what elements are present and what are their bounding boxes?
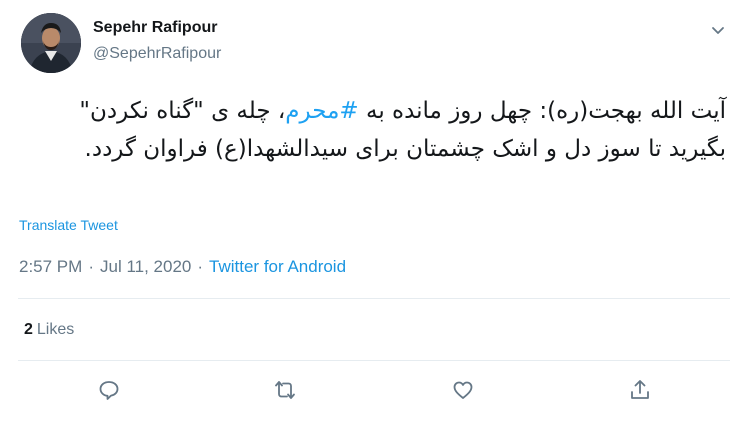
retweet-button[interactable]: [271, 376, 299, 404]
tweet-date[interactable]: Jul 11, 2020: [100, 257, 191, 276]
hashtag-link[interactable]: #محرم: [285, 98, 358, 124]
tweet-time[interactable]: 2:57 PM: [19, 257, 82, 276]
tweet-metadata: 2:57 PM · Jul 11, 2020 · Twitter for Android: [19, 257, 346, 277]
author-name[interactable]: Sepehr Rafipour: [93, 19, 217, 37]
likes-label: Likes: [36, 321, 75, 338]
reply-button[interactable]: [95, 376, 123, 404]
divider: [18, 298, 730, 299]
likes-count[interactable]: 2 Likes: [24, 321, 74, 339]
tweet-text-part: آیت الله بهجت(ره): چهل روز مانده به: [358, 98, 726, 124]
reply-icon: [99, 381, 119, 400]
like-icon: [453, 381, 473, 399]
share-button[interactable]: [626, 376, 654, 404]
tweet-text: آیت الله بهجت(ره): چهل روز مانده به #محر…: [18, 92, 726, 168]
tweet-source-link[interactable]: Twitter for Android: [209, 257, 346, 276]
avatar[interactable]: [21, 13, 81, 73]
separator: ·: [88, 257, 94, 276]
like-button[interactable]: [449, 376, 477, 404]
more-options-chevron-down-icon[interactable]: [708, 20, 728, 40]
translate-tweet-link[interactable]: Translate Tweet: [19, 217, 118, 233]
likes-number: 2: [24, 321, 33, 338]
profile-photo-icon: [21, 13, 81, 73]
separator: ·: [197, 257, 204, 276]
share-icon: [631, 380, 649, 399]
retweet-icon: [275, 381, 295, 399]
divider: [18, 360, 730, 361]
author-handle[interactable]: @SepehrRafipour: [93, 45, 221, 63]
